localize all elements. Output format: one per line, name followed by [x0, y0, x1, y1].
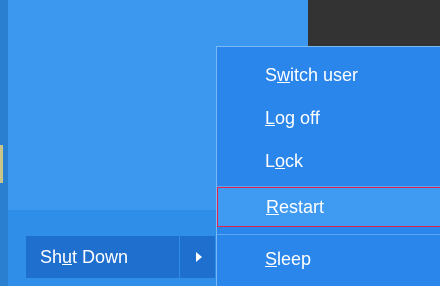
menu-item-accesskey: o [275, 150, 286, 171]
menu-item-label-prefix: S [265, 64, 278, 85]
menu-separator [217, 234, 440, 235]
menu-item-accesskey: w [277, 64, 291, 85]
start-panel-left-strip [0, 0, 8, 286]
shutdown-button[interactable]: Sh u t Down [26, 236, 179, 278]
chevron-right-icon [195, 252, 202, 262]
menu-item-restart[interactable]: Restart [217, 187, 440, 227]
shutdown-label-prefix: Sh [40, 246, 63, 267]
menu-item-label-suffix: leep [277, 248, 312, 269]
menu-item-log-off[interactable]: Log off [217, 98, 440, 138]
shutdown-label-suffix: t Down [72, 246, 129, 267]
menu-item-accesskey: R [266, 196, 279, 217]
shutdown-options-button[interactable] [180, 236, 215, 278]
menu-item-accesskey: S [265, 248, 278, 269]
menu-item-label-suffix: estart [279, 196, 325, 217]
shutdown-label-accesskey: u [62, 246, 73, 267]
menu-item-label-suffix: og off [275, 107, 320, 128]
shutdown-options-menu: Sw itch user Log off Lo ck Restart Sleep [216, 46, 440, 286]
menu-item-label-prefix: L [265, 150, 276, 171]
menu-item-label-suffix: itch user [290, 64, 359, 85]
menu-item-switch-user[interactable]: Sw itch user [217, 55, 440, 95]
left-strip-marker [0, 145, 3, 183]
menu-item-label-suffix: ck [285, 150, 304, 171]
menu-item-sleep[interactable]: Sleep [217, 239, 440, 279]
menu-item-lock[interactable]: Lo ck [217, 141, 440, 181]
menu-item-accesskey: L [265, 107, 276, 128]
